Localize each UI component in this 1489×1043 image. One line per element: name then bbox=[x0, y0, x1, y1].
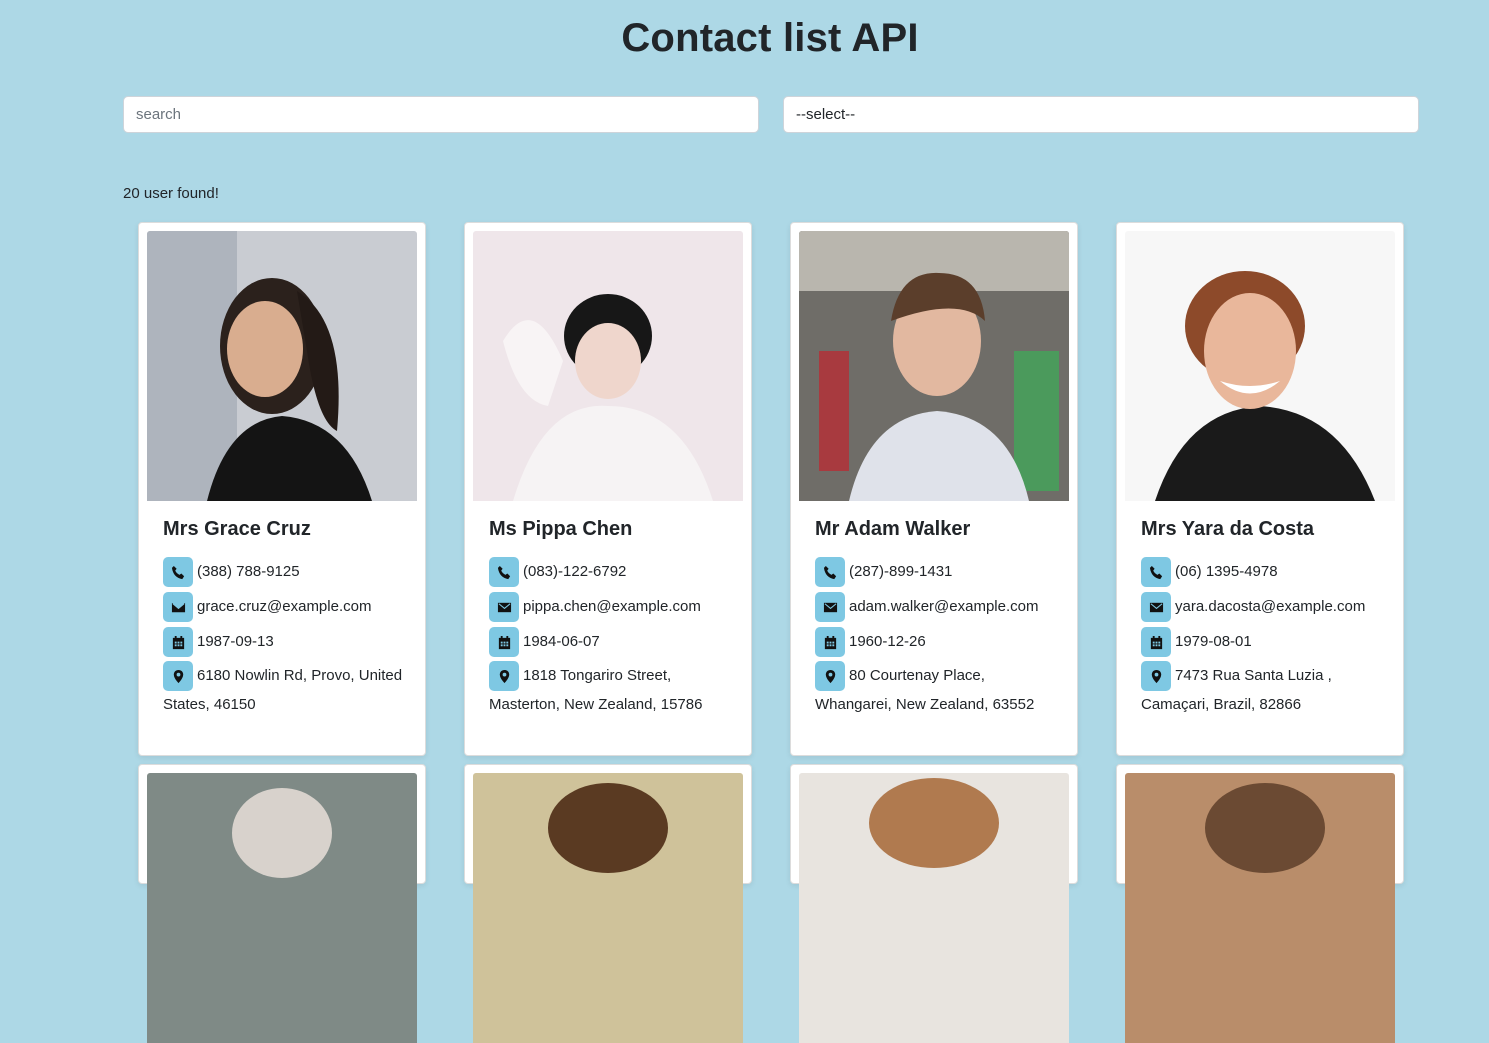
contact-card: Mr Adam Walker (287)-899-1431 adam.walke… bbox=[790, 222, 1078, 756]
phone-text: (287)-899-1431 bbox=[849, 562, 953, 580]
dob-text: 1987-09-13 bbox=[197, 632, 274, 650]
contact-phone: (06) 1395-4978 bbox=[1141, 557, 1391, 587]
avatar bbox=[1125, 773, 1395, 1043]
address-text: 6180 Nowlin Rd, Provo, United States, 46… bbox=[163, 666, 403, 713]
page-title: Contact list API bbox=[621, 16, 919, 60]
contact-dob: 1979-08-01 bbox=[1141, 627, 1391, 657]
envelope-icon bbox=[815, 592, 845, 622]
phone-icon bbox=[163, 557, 193, 587]
contact-card bbox=[790, 764, 1078, 1043]
contact-address: 80 Courtenay Place, Whangarei, New Zeala… bbox=[815, 661, 1065, 718]
contact-address: 1818 Tongariro Street, Masterton, New Ze… bbox=[489, 661, 739, 718]
avatar bbox=[799, 231, 1069, 501]
avatar bbox=[473, 231, 743, 501]
map-marker-icon bbox=[163, 661, 193, 691]
phone-icon bbox=[1141, 557, 1171, 587]
address-text: 80 Courtenay Place, Whangarei, New Zeala… bbox=[815, 666, 1035, 713]
user-count-text: 20 user found! bbox=[123, 185, 219, 202]
avatar bbox=[799, 773, 1069, 1043]
contact-phone: (083)-122-6792 bbox=[489, 557, 739, 587]
contact-card: Ms Pippa Chen (083)-122-6792 pippa.chen@… bbox=[464, 222, 752, 756]
contact-dob: 1987-09-13 bbox=[163, 627, 413, 657]
email-text: yara.dacosta@example.com bbox=[1175, 597, 1366, 615]
contact-address: 6180 Nowlin Rd, Provo, United States, 46… bbox=[163, 661, 413, 718]
contact-phone: (388) 788-9125 bbox=[163, 557, 413, 587]
contact-name: Mr Adam Walker bbox=[815, 518, 971, 540]
phone-icon bbox=[489, 557, 519, 587]
envelope-icon bbox=[489, 592, 519, 622]
filter-select[interactable]: --select-- bbox=[783, 96, 1419, 133]
calendar-icon bbox=[1141, 627, 1171, 657]
email-text: adam.walker@example.com bbox=[849, 597, 1039, 615]
contact-email: yara.dacosta@example.com bbox=[1141, 592, 1391, 622]
dob-text: 1979-08-01 bbox=[1175, 632, 1252, 650]
envelope-icon bbox=[1141, 592, 1171, 622]
phone-text: (06) 1395-4978 bbox=[1175, 562, 1278, 580]
contact-card bbox=[1116, 764, 1404, 1043]
contact-email: adam.walker@example.com bbox=[815, 592, 1065, 622]
phone-text: (083)-122-6792 bbox=[523, 562, 627, 580]
map-marker-icon bbox=[489, 661, 519, 691]
dob-text: 1984-06-07 bbox=[523, 632, 600, 650]
contact-address: 7473 Rua Santa Luzia , Camaçari, Brazil,… bbox=[1141, 661, 1391, 718]
avatar bbox=[1125, 231, 1395, 501]
contact-dob: 1960-12-26 bbox=[815, 627, 1065, 657]
avatar bbox=[147, 231, 417, 501]
calendar-icon bbox=[163, 627, 193, 657]
map-marker-icon bbox=[815, 661, 845, 691]
contact-card bbox=[464, 764, 752, 1043]
calendar-icon bbox=[489, 627, 519, 657]
phone-icon bbox=[815, 557, 845, 587]
map-marker-icon bbox=[1141, 661, 1171, 691]
contact-phone: (287)-899-1431 bbox=[815, 557, 1065, 587]
calendar-icon bbox=[815, 627, 845, 657]
phone-text: (388) 788-9125 bbox=[197, 562, 300, 580]
contact-name: Ms Pippa Chen bbox=[489, 518, 633, 540]
contact-card: Mrs Yara da Costa (06) 1395-4978 yara.da… bbox=[1116, 222, 1404, 756]
filter-select-value: --select-- bbox=[796, 106, 856, 123]
contact-card: Mrs Grace Cruz (388) 788-9125 grace.cruz… bbox=[138, 222, 426, 756]
avatar bbox=[473, 773, 743, 1043]
email-text: pippa.chen@example.com bbox=[523, 597, 701, 615]
contact-email: grace.cruz@example.com bbox=[163, 592, 413, 622]
contact-name: Mrs Yara da Costa bbox=[1141, 518, 1315, 540]
search-input[interactable] bbox=[123, 96, 759, 133]
contact-email: pippa.chen@example.com bbox=[489, 592, 739, 622]
avatar bbox=[147, 773, 417, 1043]
dob-text: 1960-12-26 bbox=[849, 632, 926, 650]
email-text: grace.cruz@example.com bbox=[197, 597, 372, 615]
contact-name: Mrs Grace Cruz bbox=[163, 518, 311, 540]
contact-dob: 1984-06-07 bbox=[489, 627, 739, 657]
address-text: 1818 Tongariro Street, Masterton, New Ze… bbox=[489, 666, 703, 713]
envelope-icon bbox=[163, 592, 193, 622]
contact-card bbox=[138, 764, 426, 1043]
